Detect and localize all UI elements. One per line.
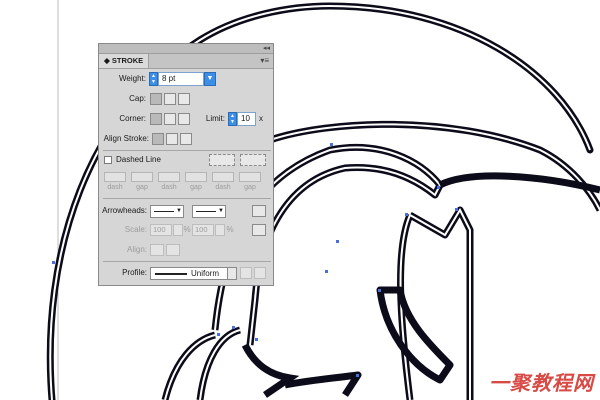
round-cap-button[interactable] [164, 93, 176, 105]
align-stroke-row: Align Stroke: [99, 131, 275, 147]
swap-arrowheads-button[interactable] [252, 205, 266, 217]
divider [103, 198, 271, 199]
dash-field-2[interactable] [158, 172, 180, 182]
watermark: 一聚教程网 [489, 371, 594, 395]
start-percent-sign: % [183, 225, 191, 234]
corner-row: Corner: Limit: ▲ ▼ 10 x [99, 111, 275, 127]
line-preview [196, 211, 216, 212]
profile-preview-line [155, 273, 187, 275]
dashed-line-checkbox[interactable] [104, 156, 112, 164]
dash-label-3: dash [215, 184, 231, 191]
gap-field-2[interactable] [185, 172, 207, 182]
link-scale-button[interactable] [252, 224, 266, 236]
divider [103, 150, 271, 151]
helmet-front-path[interactable] [397, 206, 474, 400]
align-inside-button[interactable] [166, 133, 178, 145]
profile-row: Profile: Uniform [99, 265, 275, 281]
dash-label-1: dash [107, 184, 123, 191]
flip-across-button[interactable] [254, 267, 266, 279]
cap-row: Cap: [99, 91, 275, 107]
cheek-strand-path[interactable] [241, 343, 300, 398]
weight-label: Weight: [119, 74, 146, 83]
scale-label: Scale: [124, 225, 147, 234]
tab-stroke-label: STROKE [111, 56, 144, 65]
panel-tab-row: ◆ STROKE ▾≡ [99, 54, 273, 69]
flip-along-button[interactable] [240, 267, 252, 279]
corner-label: Corner: [119, 114, 146, 123]
line-preview [154, 211, 174, 212]
stroke-panel[interactable]: ◂◂ ◆ STROKE ▾≡ Weight: ▲ ▼ 8 pt ▼ Cap: Co… [98, 43, 274, 286]
end-scale-stepper[interactable] [215, 224, 225, 236]
gap-label-3: gap [244, 184, 256, 191]
miter-join-button[interactable] [150, 113, 162, 125]
cap-label: Cap: [129, 94, 146, 103]
profile-select[interactable]: Uniform [150, 267, 228, 280]
chevron-down-icon: ▼ [218, 208, 224, 214]
extend-arrow-tip-button[interactable] [150, 244, 164, 256]
tab-stroke[interactable]: ◆ STROKE [99, 54, 150, 68]
end-arrowhead-select[interactable]: ▼ [192, 205, 226, 218]
collapse-panel-icon[interactable]: ◂◂ [263, 44, 270, 53]
profile-value: Uniform [191, 269, 220, 278]
weight-stepper[interactable]: ▲ ▼ [149, 72, 158, 86]
limit-stepper[interactable]: ▲ ▼ [228, 112, 237, 126]
dashed-line-row: Dashed Line [99, 152, 275, 168]
align-center-button[interactable] [152, 133, 164, 145]
gap-field-1[interactable] [131, 172, 153, 182]
helmet-front-inner [399, 207, 471, 400]
chevron-down-icon: ▼ [176, 208, 182, 214]
cheek-guard-path[interactable] [376, 286, 454, 384]
round-join-button[interactable] [164, 113, 176, 125]
bevel-join-button[interactable] [178, 113, 190, 125]
panel-menu-icon[interactable]: ▾≡ [260, 55, 269, 67]
profile-dropdown-button[interactable] [227, 267, 237, 280]
dashed-line-label: Dashed Line [116, 155, 161, 164]
preserve-dash-button[interactable] [209, 154, 235, 166]
align-stroke-label: Align Stroke: [103, 134, 149, 143]
align-dash-corners-button[interactable] [240, 154, 266, 166]
limit-input[interactable]: 10 [237, 112, 256, 126]
dash-field-1[interactable] [104, 172, 126, 182]
weight-dropdown-button[interactable]: ▼ [204, 72, 216, 86]
weight-input[interactable]: 8 pt [158, 72, 204, 86]
scale-row: Scale: 100 100 % % [99, 222, 275, 238]
projecting-cap-button[interactable] [178, 93, 190, 105]
dash-field-3[interactable] [212, 172, 234, 182]
gap-field-3[interactable] [239, 172, 261, 182]
end-scale-input[interactable]: 100 [192, 224, 214, 236]
gap-label-1: gap [136, 184, 148, 191]
butt-cap-button[interactable] [150, 93, 162, 105]
end-percent-sign: % [226, 225, 234, 234]
profile-label: Profile: [122, 268, 147, 277]
arrowheads-label: Arrowheads: [102, 206, 147, 215]
place-arrow-at-end-button[interactable] [166, 244, 180, 256]
divider [103, 261, 271, 262]
align-outside-button[interactable] [180, 133, 192, 145]
start-arrowhead-select[interactable]: ▼ [150, 205, 184, 218]
gap-label-2: gap [190, 184, 202, 191]
weight-row: Weight: ▲ ▼ 8 pt ▼ [99, 71, 275, 87]
artboard-canvas[interactable] [0, 0, 600, 400]
panel-titlebar[interactable]: ◂◂ [99, 44, 273, 54]
arrowheads-row: Arrowheads: ▼ ▼ [99, 203, 275, 219]
start-scale-input[interactable]: 100 [150, 224, 172, 236]
limit-label: Limit: [205, 114, 225, 123]
start-scale-stepper[interactable] [173, 224, 183, 236]
limit-unit: x [259, 114, 263, 123]
dash-label-2: dash [161, 184, 177, 191]
align-arrow-row: Align: [99, 242, 275, 258]
align-arrow-label: Align: [126, 245, 147, 254]
